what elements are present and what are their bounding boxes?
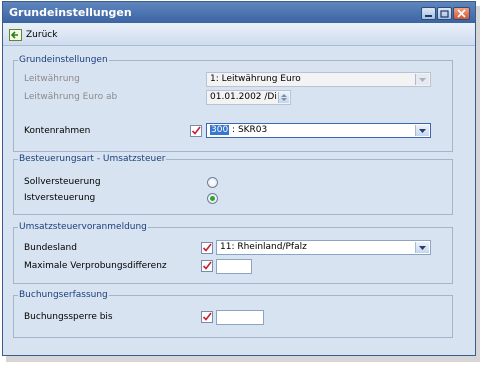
- leitwaehrung-value: 1: Leitwährung Euro: [210, 74, 301, 84]
- chevron-down-icon[interactable]: [415, 242, 429, 253]
- checkmark-icon: [201, 260, 213, 272]
- leitwaehrung-label: Leitwährung: [24, 74, 80, 84]
- sollversteuerung-radio[interactable]: [207, 177, 218, 188]
- group-legend: Buchungserfassung: [18, 290, 109, 301]
- group-legend: Besteuerungsart - Umsatzsteuer: [18, 154, 167, 165]
- back-arrow-icon: [9, 28, 22, 41]
- back-button[interactable]: Zurück: [9, 27, 57, 42]
- settings-window: Grundeinstellungen Zurück Grundeinstellu…: [2, 1, 476, 356]
- bundesland-select[interactable]: 11: Rheinland/Pfalz: [216, 240, 431, 255]
- maximize-icon: [440, 9, 449, 18]
- form-area: Grundeinstellungen Leitwährung 1: Leitwä…: [3, 46, 475, 355]
- group-besteuerungsart: Besteuerungsart - Umsatzsteuer Sollverst…: [13, 154, 453, 215]
- group-buchungserfassung: Buchungserfassung Buchungssperre bis: [13, 290, 453, 338]
- kontenrahmen-select[interactable]: 300 : SKR03: [206, 123, 431, 138]
- checkmark-icon: [201, 242, 213, 254]
- euro-ab-date-field[interactable]: 01.01.2002 /Di: [206, 90, 291, 105]
- buchungssperre-label: Buchungssperre bis: [24, 312, 113, 322]
- buchungssperre-checkbox[interactable]: [201, 311, 213, 323]
- close-button[interactable]: [453, 7, 470, 20]
- kontenrahmen-code: 300: [210, 125, 230, 135]
- checkmark-icon: [201, 311, 213, 323]
- group-umsatzsteuervoranmeldung: Umsatzsteuervoranmeldung Bundesland 11: …: [13, 222, 453, 284]
- title-bar[interactable]: Grundeinstellungen: [3, 2, 475, 23]
- istversteuerung-radio[interactable]: [207, 193, 218, 204]
- istversteuerung-label: Istversteuerung: [24, 193, 96, 203]
- bundesland-checkbox[interactable]: [201, 242, 213, 254]
- checkmark-icon: [190, 125, 202, 137]
- group-legend: Umsatzsteuervoranmeldung: [18, 222, 148, 233]
- window-title: Grundeinstellungen: [9, 6, 132, 19]
- verprobungsdifferenz-checkbox[interactable]: [201, 260, 213, 272]
- maximize-button[interactable]: [437, 7, 452, 20]
- back-button-label: Zurück: [26, 29, 58, 40]
- chevron-down-icon[interactable]: [415, 125, 429, 136]
- leitwaehrung-select[interactable]: 1: Leitwährung Euro: [206, 72, 431, 87]
- chevron-down-icon[interactable]: [415, 74, 429, 85]
- verprobungsdifferenz-input[interactable]: [216, 259, 252, 274]
- bundesland-label: Bundesland: [24, 243, 77, 253]
- buchungssperre-input[interactable]: [216, 310, 264, 325]
- verprobungsdifferenz-label: Maximale Verprobungsdifferenz: [24, 261, 167, 271]
- kontenrahmen-label: Kontenrahmen: [24, 126, 91, 136]
- minimize-icon: [425, 15, 432, 17]
- kontenrahmen-rest: : SKR03: [229, 125, 268, 135]
- bundesland-value: 11: Rheinland/Pfalz: [220, 242, 307, 252]
- minimize-button[interactable]: [421, 7, 436, 20]
- group-grundeinstellungen: Grundeinstellungen Leitwährung 1: Leitwä…: [13, 55, 453, 152]
- sollversteuerung-label: Sollversteuerung: [24, 177, 101, 187]
- spinner-icon[interactable]: [278, 92, 289, 103]
- kontenrahmen-checkbox[interactable]: [190, 125, 202, 137]
- close-icon: [457, 9, 466, 18]
- toolbar: Zurück: [3, 23, 475, 46]
- group-legend: Grundeinstellungen: [18, 55, 109, 66]
- euro-ab-value: 01.01.2002 /Di: [210, 92, 277, 102]
- euro-ab-label: Leitwährung Euro ab: [24, 92, 118, 102]
